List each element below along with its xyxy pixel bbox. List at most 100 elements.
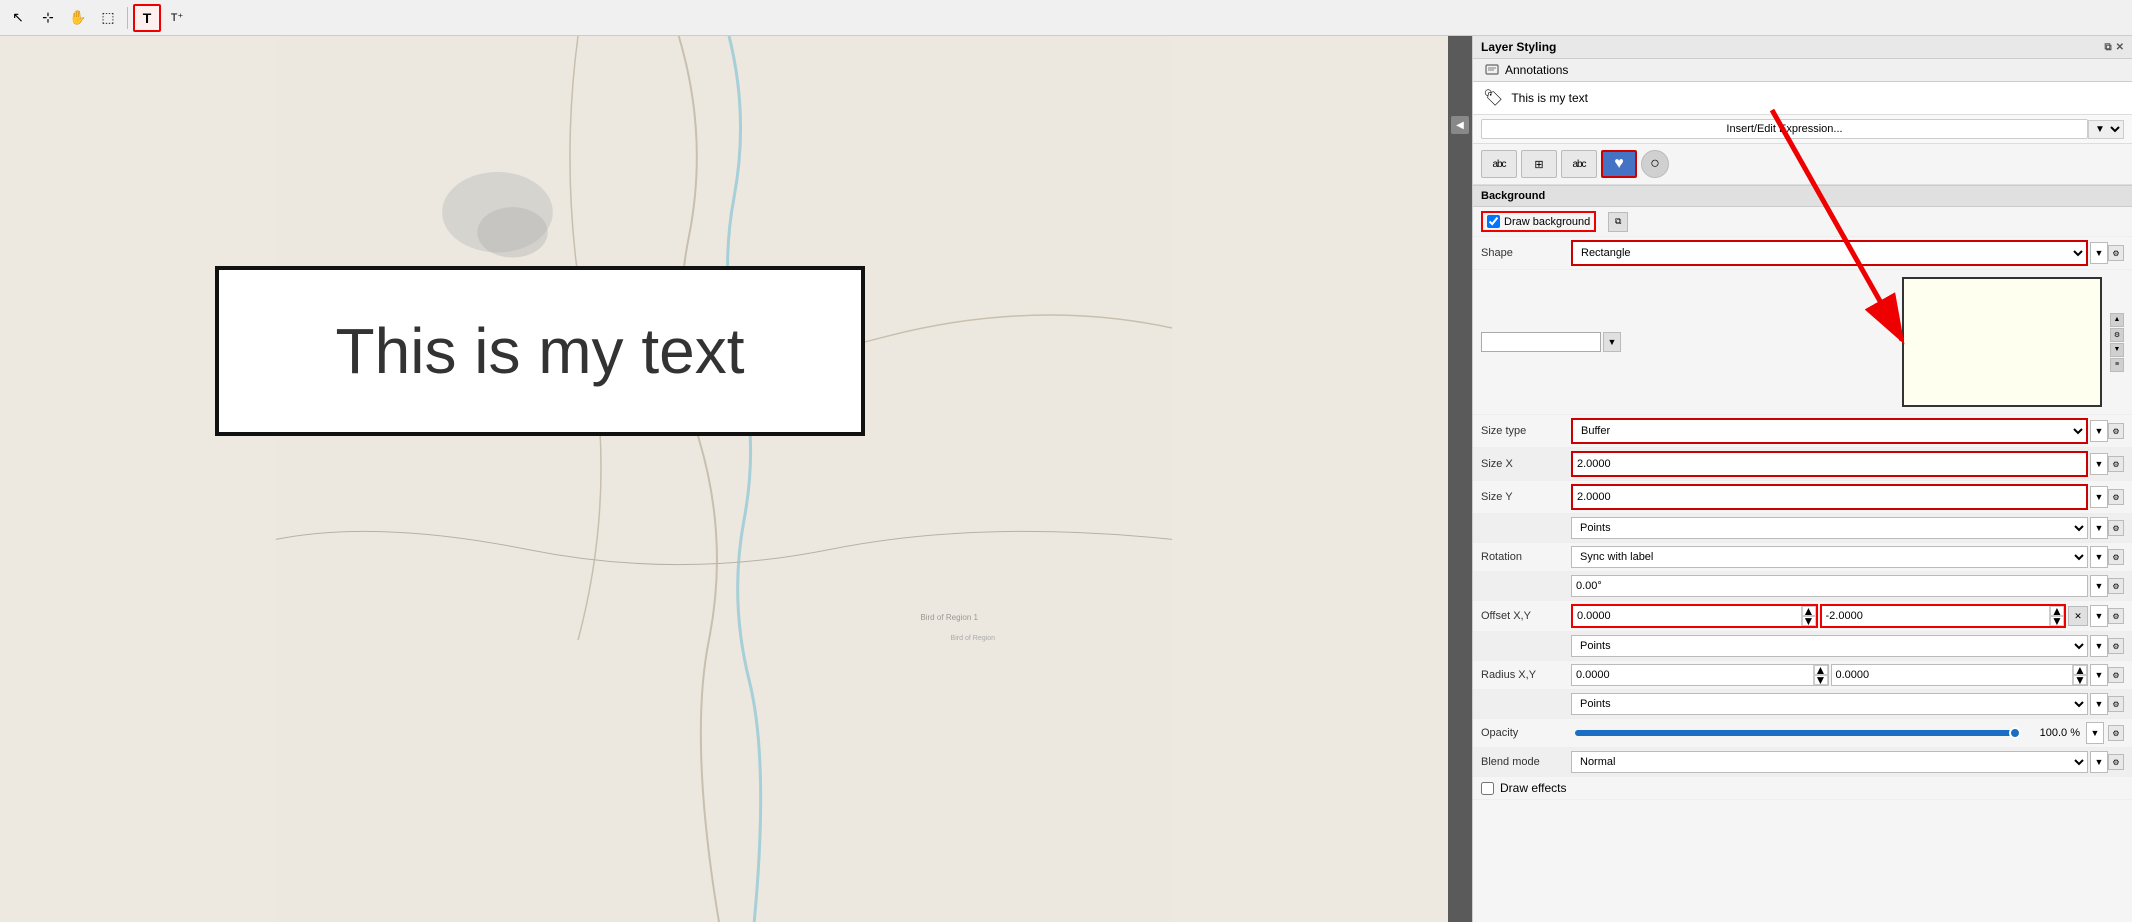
select-node-button[interactable]: ⊹ — [34, 4, 62, 32]
offset-unit-row: Points ▼ ⚙ — [1473, 632, 2132, 661]
preview-up-btn[interactable]: ▲ — [2110, 313, 2124, 327]
size-unit-row: Points ▼ ⚙ — [1473, 514, 2132, 543]
radius-y-input[interactable] — [1832, 665, 2073, 685]
size-type-label: Size type — [1481, 425, 1571, 437]
pan-button[interactable]: ✋ — [64, 4, 92, 32]
size-y-settings-btn[interactable]: ⚙ — [2108, 489, 2124, 505]
tab-label: Annotations — [1505, 63, 1568, 77]
size-unit-select[interactable]: Points — [1571, 517, 2088, 539]
size-unit-settings-btn[interactable]: ⚙ — [2108, 520, 2124, 536]
fill-color-dropdown[interactable]: ▼ — [1603, 332, 1621, 352]
size-y-row: Size Y ▼ ⚙ — [1473, 481, 2132, 514]
radius-settings-btn[interactable]: ⚙ — [2108, 667, 2124, 683]
size-type-settings-btn[interactable]: ⚙ — [2108, 423, 2124, 439]
radius-x-spin-down[interactable]: ▼ — [1814, 675, 1828, 685]
size-type-select[interactable]: Buffer — [1573, 420, 2086, 442]
preview-settings-btn[interactable]: ⚙ — [2110, 328, 2124, 342]
side-toggle-panel: ◀ — [1448, 36, 1472, 922]
svg-text:Bird of Region: Bird of Region — [951, 635, 996, 642]
draw-effects-row: Draw effects — [1473, 777, 2132, 800]
offset-clear-btn[interactable]: ✕ — [2068, 606, 2088, 626]
opacity-settings-btn[interactable]: ⚙ — [2108, 725, 2124, 741]
preview-down-btn[interactable]: ▼ — [2110, 343, 2124, 357]
text-annotation-button[interactable]: T — [133, 4, 161, 32]
draw-background-highlight: Draw background — [1481, 211, 1596, 232]
blend-mode-select[interactable]: Normal — [1571, 751, 2088, 773]
opacity-slider[interactable] — [1575, 730, 2021, 736]
size-x-input[interactable] — [1573, 453, 2086, 475]
offset-unit-arrow[interactable]: ▼ — [2090, 635, 2108, 657]
offset-settings-btn[interactable]: ⚙ — [2108, 608, 2124, 624]
offset-y-highlight: ▲ ▼ — [1820, 604, 2067, 628]
draw-background-checkbox[interactable] — [1487, 215, 1500, 228]
panel-controls: ⧉ ✕ — [2104, 42, 2124, 53]
fill-color-swatch[interactable] — [1481, 332, 1601, 352]
blend-mode-arrow[interactable]: ▼ — [2090, 751, 2108, 773]
radius-x-input[interactable] — [1572, 665, 1813, 685]
map-area[interactable]: Bird of Region 1 Bird of Region This is … — [0, 36, 1448, 922]
radius-unit-select[interactable]: Points — [1571, 693, 2088, 715]
size-x-arrow[interactable]: ▼ — [2090, 453, 2108, 475]
radius-arrow[interactable]: ▼ — [2090, 664, 2108, 686]
rotation-degrees-arrow[interactable]: ▼ — [2090, 575, 2108, 597]
rotation-degrees-input[interactable] — [1571, 575, 2088, 597]
toggle-btn[interactable]: ◀ — [1451, 116, 1469, 134]
draw-bg-copy-btn[interactable]: ⧉ — [1608, 212, 1628, 232]
zoom-select-button[interactable]: ⬚ — [94, 4, 122, 32]
abc-tab[interactable]: abc — [1481, 150, 1517, 178]
draw-effects-checkbox[interactable] — [1481, 782, 1494, 795]
size-x-row: Size X ▼ ⚙ — [1473, 448, 2132, 481]
heart-tab[interactable]: ♥ — [1601, 150, 1637, 178]
rotation-settings-btn[interactable]: ⚙ — [2108, 549, 2124, 565]
offset-unit-settings-btn[interactable]: ⚙ — [2108, 638, 2124, 654]
section-label: Background — [1481, 190, 1545, 202]
rotation-arrow[interactable]: ▼ — [2090, 546, 2108, 568]
circle-tab[interactable]: ○ — [1641, 150, 1669, 178]
size-type-arrow[interactable]: ▼ — [2090, 420, 2108, 442]
blend-mode-settings-btn[interactable]: ⚙ — [2108, 754, 2124, 770]
background-section-header: Background — [1473, 185, 2132, 207]
text-format-button[interactable]: T⁺ — [163, 4, 191, 32]
offset-y-spin-down[interactable]: ▼ — [2050, 616, 2064, 626]
layer-icon: 🏷 — [1483, 88, 1503, 108]
offset-highlight: ▲ ▼ — [1571, 604, 1818, 628]
blend-mode-row: Blend mode Normal ▼ ⚙ — [1473, 748, 2132, 777]
offset-x-input[interactable] — [1573, 606, 1801, 626]
opacity-arrow[interactable]: ▼ — [2086, 722, 2104, 744]
select-arrow-button[interactable]: ↖ — [4, 4, 32, 32]
preview-opt-btn[interactable]: ≡ — [2110, 358, 2124, 372]
annotations-tab[interactable]: Annotations — [1473, 59, 2132, 82]
expression-btn[interactable]: Insert/Edit Expression... — [1481, 119, 2088, 139]
shape-dropdown-arrow[interactable]: ▼ — [2090, 242, 2108, 264]
svg-text:Bird of Region 1: Bird of Region 1 — [920, 613, 978, 622]
size-type-row: Size type Buffer ▼ ⚙ — [1473, 415, 2132, 448]
abc2-tab[interactable]: abc — [1561, 150, 1597, 178]
offset-y-input[interactable] — [1822, 606, 2050, 626]
rotation-select[interactable]: Sync with label — [1571, 546, 2088, 568]
layer-name: This is my text — [1511, 91, 1588, 105]
layer-styling-panel: Layer Styling ⧉ ✕ Annotations 🏷 This is … — [1472, 36, 2132, 922]
size-unit-arrow[interactable]: ▼ — [2090, 517, 2108, 539]
expression-dropdown[interactable]: ▼ — [2088, 120, 2124, 139]
panel-scroll-area[interactable]: Insert/Edit Expression... ▼ abc ⊞ abc ♥ … — [1473, 115, 2132, 922]
size-x-settings-btn[interactable]: ⚙ — [2108, 456, 2124, 472]
radius-unit-arrow[interactable]: ▼ — [2090, 693, 2108, 715]
grid-tab[interactable]: ⊞ — [1521, 150, 1557, 178]
panel-close-btn[interactable]: ✕ — [2116, 42, 2124, 53]
offset-arrow[interactable]: ▼ — [2090, 605, 2108, 627]
radius-unit-settings-btn[interactable]: ⚙ — [2108, 696, 2124, 712]
size-y-input[interactable] — [1573, 486, 2086, 508]
shape-label: Shape — [1481, 247, 1571, 259]
offset-x-spin-down[interactable]: ▼ — [1802, 616, 1816, 626]
shape-select[interactable]: Rectangle — [1573, 242, 2086, 264]
shape-settings-btn[interactable]: ⚙ — [2108, 245, 2124, 261]
radius-label: Radius X,Y — [1481, 669, 1571, 681]
map-svg: Bird of Region 1 Bird of Region — [0, 36, 1448, 922]
rotation-degrees-row: ▼ ⚙ — [1473, 572, 2132, 601]
rotation-degrees-settings-btn[interactable]: ⚙ — [2108, 578, 2124, 594]
panel-float-btn[interactable]: ⧉ — [2104, 42, 2111, 53]
size-y-arrow[interactable]: ▼ — [2090, 486, 2108, 508]
offset-unit-select[interactable]: Points — [1571, 635, 2088, 657]
radius-y-spin-down[interactable]: ▼ — [2073, 675, 2087, 685]
expression-row: Insert/Edit Expression... ▼ — [1473, 115, 2132, 144]
